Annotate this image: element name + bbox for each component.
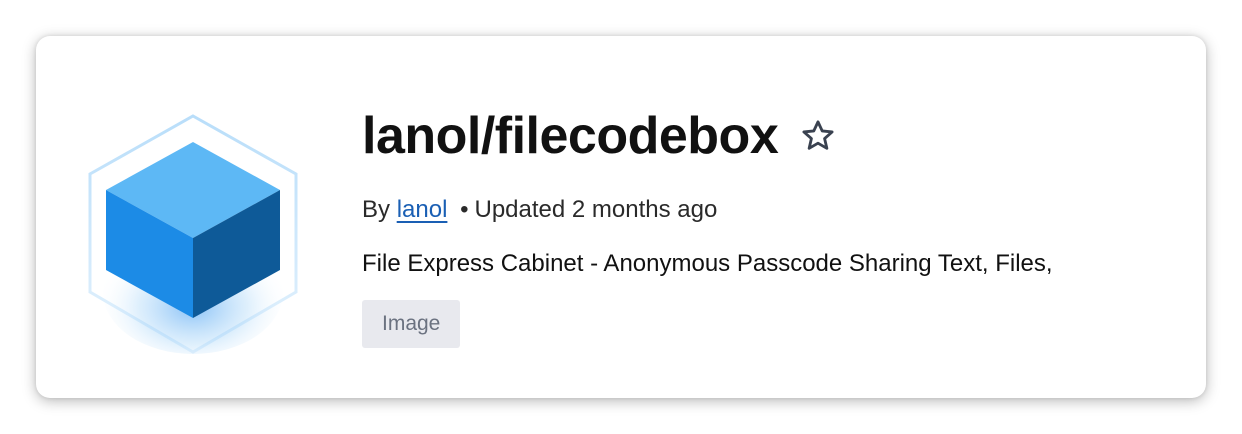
by-label: By	[362, 196, 391, 223]
author-link[interactable]: lanol	[397, 196, 448, 223]
repository-title[interactable]: lanol/filecodebox	[362, 102, 779, 170]
meta-separator: •	[460, 196, 469, 223]
meta-row: By lanol • Updated 2 months ago	[362, 194, 1186, 226]
title-row: lanol/filecodebox	[362, 102, 1186, 170]
page: lanol/filecodebox By lanol • Updated 2 mo…	[0, 0, 1242, 434]
cube-logo-icon	[84, 112, 302, 356]
repository-info: lanol/filecodebox By lanol • Updated 2 mo…	[362, 102, 1186, 348]
updated-text: Updated 2 months ago	[474, 196, 718, 223]
star-outline-icon	[802, 120, 834, 150]
repository-description: File Express Cabinet - Anonymous Passcod…	[362, 250, 1053, 277]
star-button[interactable]	[798, 116, 838, 156]
image-tag: Image	[362, 300, 461, 348]
repository-card[interactable]: lanol/filecodebox By lanol • Updated 2 mo…	[36, 36, 1206, 398]
